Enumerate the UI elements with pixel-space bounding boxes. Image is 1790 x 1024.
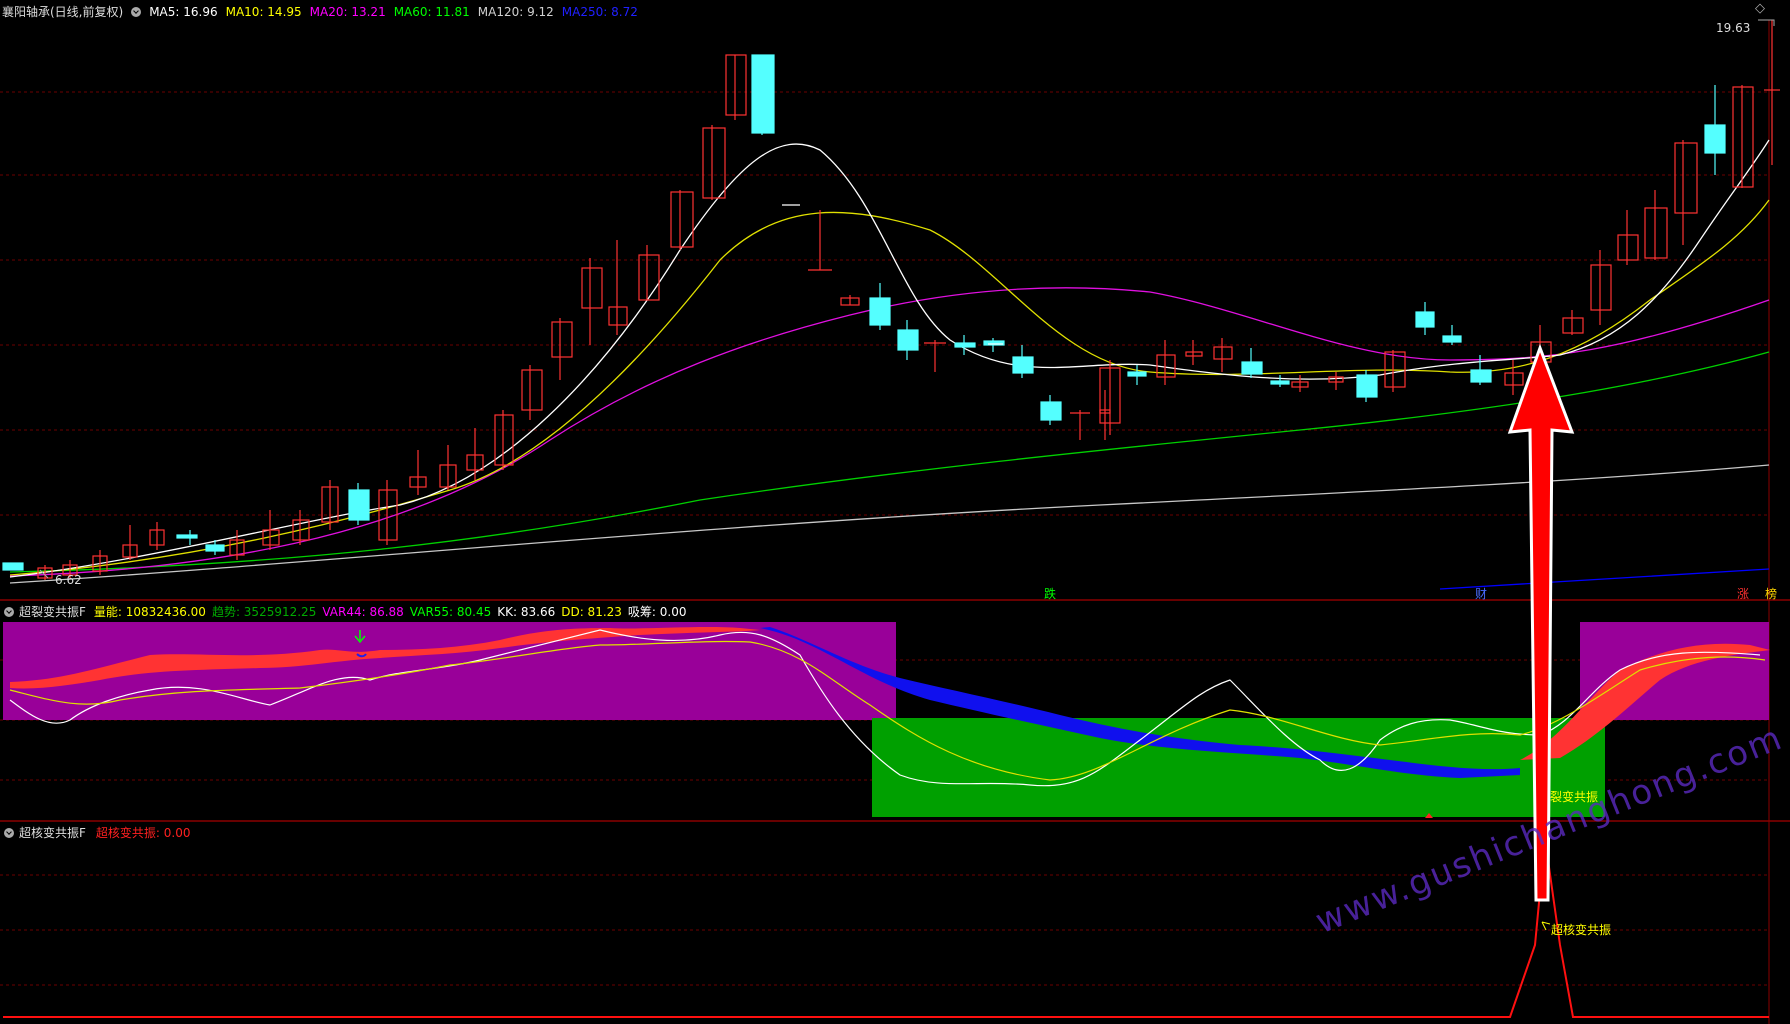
ma20-label: MA20: 13.21 <box>309 5 386 19</box>
price-high-label: 19.63 <box>1716 21 1751 35</box>
panel2-zones <box>3 622 1769 817</box>
ma20-line <box>9 287 1770 577</box>
marker-zhang: 涨 <box>1737 587 1750 601</box>
panel-borders <box>0 20 1790 1024</box>
stock-chart-window[interactable]: 襄阳轴承(日线,前复权) MA5: 16.96 MA10: 14.95 MA20: 1… <box>0 0 1790 1024</box>
indicator-qushi: 趋势: 3525912.25 <box>211 605 317 619</box>
settings-toggle-icon[interactable] <box>131 7 142 17</box>
panel2-title[interactable]: 超裂变共振F <box>19 605 86 619</box>
indicator-var55: VAR55: 80.45 <box>409 605 492 619</box>
candlesticks <box>2 20 1780 580</box>
indicator-liangneng: 量能: 10832436.00 <box>93 605 206 619</box>
green-zone <box>872 718 1605 817</box>
ma250-line <box>1439 568 1770 590</box>
marker-die: 跌 <box>1044 587 1057 601</box>
panel3-header: 超核变共振F 超核变共振: 0.00 <box>4 824 190 840</box>
panel3-signal-label: 超核变共振 <box>1551 923 1612 937</box>
price-pointers <box>39 19 1775 579</box>
ma-lines <box>9 139 1770 590</box>
indicator-kk: KK: 83.66 <box>497 605 556 619</box>
indicator-xichou: 吸筹: 0.00 <box>627 605 687 619</box>
marker-cai: 财 <box>1475 587 1488 601</box>
panel3-title[interactable]: 超核变共振F <box>19 826 86 840</box>
panel3-red-spike <box>3 859 1769 1018</box>
ma120-line <box>9 464 1770 584</box>
expand-icon[interactable]: ◇ <box>1755 2 1765 16</box>
chart-canvas[interactable] <box>0 0 1790 1024</box>
ma60-label: MA60: 11.81 <box>393 5 470 19</box>
stock-title[interactable]: 襄阳轴承(日线,前复权) <box>2 5 123 19</box>
ma10-line <box>9 199 1770 576</box>
indicator-dd: DD: 81.23 <box>561 605 622 619</box>
main-header: 襄阳轴承(日线,前复权) MA5: 16.96 MA10: 14.95 MA20: 1… <box>0 3 646 19</box>
panel2-header: 超裂变共振F 量能: 10832436.00 趋势: 3525912.25 VAR44… <box>4 603 687 619</box>
marker-bang: 榜 <box>1765 587 1778 601</box>
ma5-label: MA5: 16.96 <box>149 5 218 19</box>
ma250-label: MA250: 8.72 <box>561 5 638 19</box>
panel3-toggle-icon[interactable] <box>4 828 14 838</box>
panel2-toggle-icon[interactable] <box>4 607 14 617</box>
ma120-label: MA120: 9.12 <box>477 5 554 19</box>
price-low-label: 6.62 <box>55 573 82 587</box>
ma10-label: MA10: 14.95 <box>225 5 302 19</box>
indicator-var44: VAR44: 86.88 <box>322 605 404 619</box>
indicator-hebian: 超核变共振: 0.00 <box>95 826 191 840</box>
